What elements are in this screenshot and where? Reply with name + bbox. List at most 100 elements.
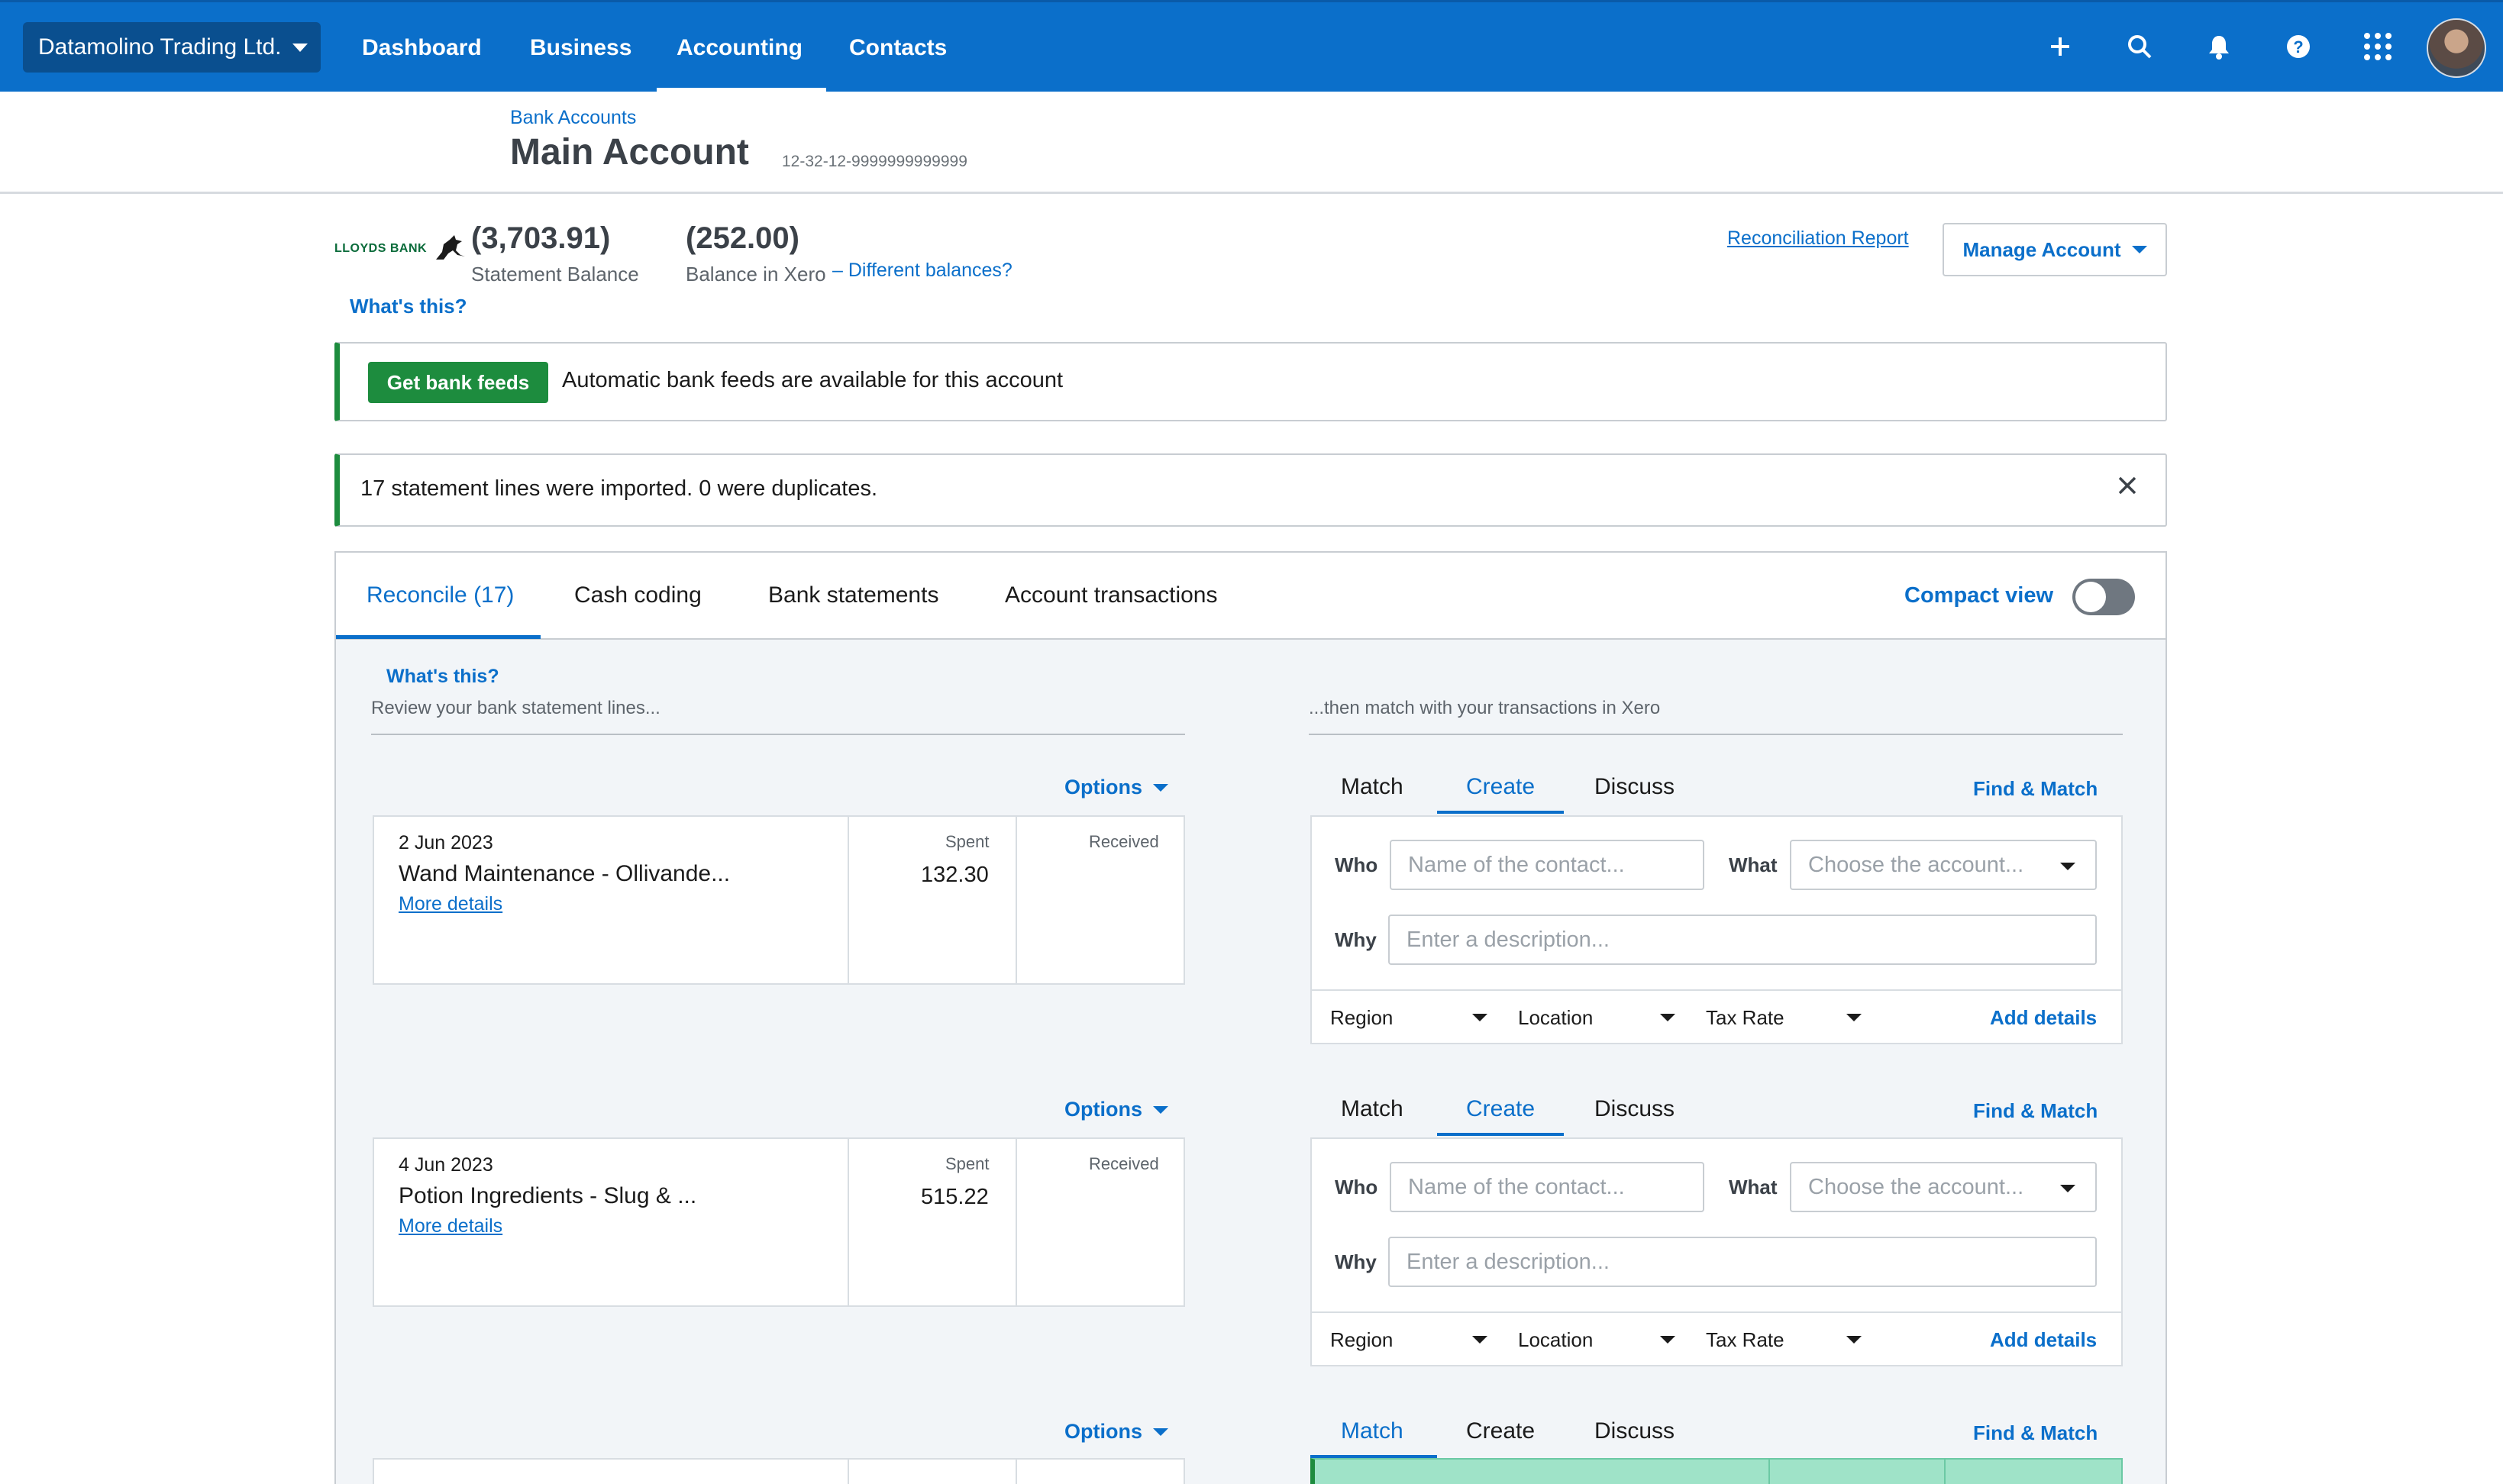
compact-view-label: Compact view bbox=[1904, 583, 2053, 608]
card-divider bbox=[848, 817, 849, 983]
find-match-link[interactable]: Find & Match bbox=[1973, 1099, 2098, 1123]
account-number: 12-32-12-9999999999999 bbox=[782, 153, 967, 170]
bell-icon[interactable] bbox=[2202, 30, 2236, 63]
tab-create[interactable]: Create bbox=[1466, 1418, 1535, 1444]
nav-dashboard[interactable]: Dashboard bbox=[362, 2, 482, 94]
card-divider bbox=[848, 1139, 849, 1305]
search-icon[interactable] bbox=[2123, 30, 2156, 63]
chevron-down-icon bbox=[1153, 1428, 1168, 1436]
tab-discuss[interactable]: Discuss bbox=[1594, 1096, 1675, 1122]
tab-discuss[interactable]: Discuss bbox=[1594, 774, 1675, 800]
get-bank-feeds-button[interactable]: Get bank feeds bbox=[368, 362, 548, 403]
chevron-down-icon bbox=[1472, 1336, 1487, 1344]
find-match-link[interactable]: Find & Match bbox=[1973, 1421, 2098, 1445]
tab-match[interactable]: Match bbox=[1341, 774, 1403, 800]
card-divider bbox=[1016, 817, 1017, 983]
breadcrumb[interactable]: Bank Accounts bbox=[510, 107, 636, 129]
add-details-link[interactable]: Add details bbox=[1990, 1006, 2097, 1030]
who-label: Who bbox=[1335, 853, 1378, 876]
tab-account-transactions[interactable]: Account transactions bbox=[1005, 553, 1217, 638]
statement-line-card bbox=[373, 1458, 1185, 1484]
what-select[interactable]: Choose the account... bbox=[1790, 840, 2097, 890]
card-divider bbox=[1768, 1460, 1770, 1484]
spent-amount: 515.22 bbox=[921, 1185, 989, 1209]
location-dropdown[interactable]: Location bbox=[1518, 1328, 1593, 1352]
chevron-down-icon bbox=[1660, 1014, 1675, 1021]
line-description: Potion Ingredients - Slug & ... bbox=[399, 1183, 697, 1208]
tab-cash-coding[interactable]: Cash coding bbox=[574, 553, 702, 638]
apps-grid-icon[interactable] bbox=[2361, 30, 2395, 63]
tab-match[interactable]: Match bbox=[1341, 1418, 1403, 1444]
nav-contacts[interactable]: Contacts bbox=[849, 2, 947, 94]
left-heading: Review your bank statement lines... bbox=[371, 698, 660, 718]
tab-match[interactable]: Match bbox=[1341, 1096, 1403, 1122]
manage-account-button[interactable]: Manage Account bbox=[1943, 223, 2167, 276]
why-label: Why bbox=[1335, 1250, 1377, 1273]
chevron-down-icon bbox=[1846, 1336, 1862, 1344]
received-label: Received bbox=[1089, 832, 1159, 851]
manage-account-label: Manage Account bbox=[1962, 237, 2121, 261]
more-details-link[interactable]: More details bbox=[399, 893, 502, 915]
options-dropdown[interactable]: Options bbox=[1064, 1420, 1168, 1444]
reconciliation-report-link[interactable]: Reconciliation Report bbox=[1727, 227, 1909, 250]
account-tabs: Reconcile (17) Cash coding Bank statemen… bbox=[336, 553, 2165, 640]
who-input[interactable]: Name of the contact... bbox=[1390, 1162, 1704, 1212]
add-details-link[interactable]: Add details bbox=[1990, 1328, 2097, 1352]
tab-create[interactable]: Create bbox=[1466, 1096, 1535, 1122]
more-details-link[interactable]: More details bbox=[399, 1215, 502, 1237]
line-date: 4 Jun 2023 bbox=[399, 1154, 493, 1176]
help-icon[interactable]: ? bbox=[2282, 30, 2315, 63]
tax-rate-dropdown[interactable]: Tax Rate bbox=[1706, 1006, 1784, 1030]
avatar[interactable] bbox=[2427, 18, 2486, 78]
tab-reconcile[interactable]: Reconcile (17) bbox=[367, 553, 514, 638]
card-divider bbox=[1944, 1460, 1946, 1484]
toggle-knob bbox=[2075, 582, 2106, 612]
why-input[interactable]: Enter a description... bbox=[1388, 915, 2097, 965]
card-divider bbox=[1016, 1139, 1017, 1305]
chevron-down-icon bbox=[2131, 246, 2147, 253]
card-divider bbox=[848, 1460, 849, 1484]
right-heading-divider bbox=[1309, 734, 2123, 735]
match-tab-indicator bbox=[1437, 1133, 1564, 1136]
find-match-link[interactable]: Find & Match bbox=[1973, 777, 2098, 801]
why-input[interactable]: Enter a description... bbox=[1388, 1237, 2097, 1287]
tab-discuss[interactable]: Discuss bbox=[1594, 1418, 1675, 1444]
horse-icon bbox=[436, 235, 466, 260]
form-divider bbox=[1312, 1311, 2121, 1313]
chevron-down-icon bbox=[1472, 1014, 1487, 1021]
nav-accounting[interactable]: Accounting bbox=[677, 2, 803, 94]
options-dropdown[interactable]: Options bbox=[1064, 776, 1168, 799]
svg-text:?: ? bbox=[2293, 37, 2303, 56]
who-input[interactable]: Name of the contact... bbox=[1390, 840, 1704, 890]
line-date: 2 Jun 2023 bbox=[399, 832, 493, 853]
region-dropdown[interactable]: Region bbox=[1330, 1006, 1393, 1030]
nav-business[interactable]: Business bbox=[530, 2, 631, 94]
chevron-down-icon bbox=[1846, 1014, 1862, 1021]
spent-label: Spent bbox=[945, 832, 990, 851]
plus-icon[interactable] bbox=[2043, 30, 2077, 63]
organisation-name: Datamolino Trading Ltd. bbox=[38, 34, 282, 60]
suggested-match-card[interactable] bbox=[1310, 1458, 2123, 1484]
location-dropdown[interactable]: Location bbox=[1518, 1006, 1593, 1030]
options-dropdown[interactable]: Options bbox=[1064, 1098, 1168, 1121]
close-icon[interactable] bbox=[2117, 475, 2138, 500]
organisation-switcher[interactable]: Datamolino Trading Ltd. bbox=[23, 22, 321, 73]
match-tab-indicator bbox=[1437, 811, 1564, 814]
whats-this-link[interactable]: What's this? bbox=[350, 295, 467, 318]
chevron-down-icon bbox=[1153, 1105, 1168, 1114]
statement-balance-label: Statement Balance bbox=[471, 263, 639, 286]
statement-balance: (3,703.91) bbox=[471, 221, 611, 255]
bank-feed-text: Automatic bank feeds are available for t… bbox=[562, 368, 1064, 392]
import-banner-text: 17 statement lines were imported. 0 were… bbox=[360, 476, 878, 501]
reconcile-whats-this-link[interactable]: What's this? bbox=[386, 666, 499, 688]
tab-bank-statements[interactable]: Bank statements bbox=[768, 553, 938, 638]
tab-create[interactable]: Create bbox=[1466, 774, 1535, 800]
spent-label: Spent bbox=[945, 1154, 990, 1173]
compact-view-toggle[interactable] bbox=[2072, 579, 2135, 615]
tax-rate-dropdown[interactable]: Tax Rate bbox=[1706, 1328, 1784, 1352]
different-balances-link[interactable]: – Different balances? bbox=[832, 260, 1013, 282]
what-select[interactable]: Choose the account... bbox=[1790, 1162, 2097, 1212]
chevron-down-icon bbox=[1660, 1336, 1675, 1344]
region-dropdown[interactable]: Region bbox=[1330, 1328, 1393, 1352]
what-label: What bbox=[1729, 853, 1778, 876]
